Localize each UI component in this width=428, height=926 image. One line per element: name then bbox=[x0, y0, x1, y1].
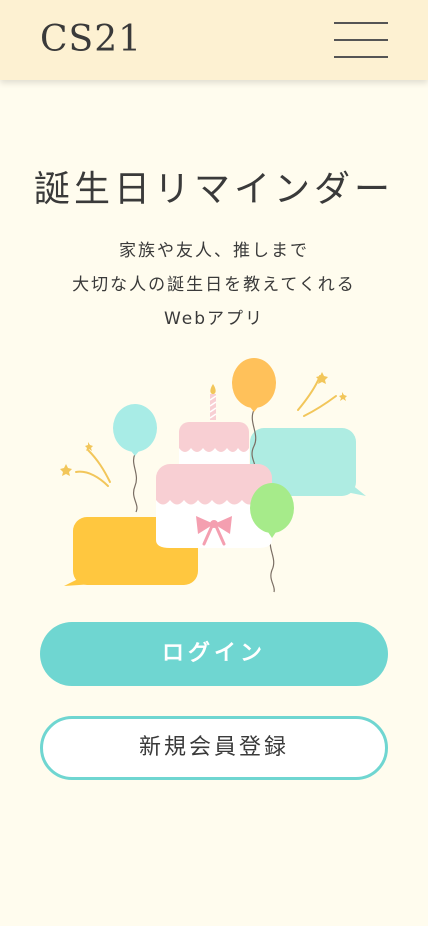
subtitle-line-2: 大切な人の誕生日を教えてくれる bbox=[72, 275, 356, 295]
sparkle-left bbox=[60, 442, 111, 487]
balloon-orange bbox=[232, 358, 276, 412]
app-header: CS21 bbox=[0, 0, 428, 80]
page-title: 誕生日リマインダー bbox=[33, 169, 394, 210]
login-button[interactable]: ログイン bbox=[40, 622, 388, 686]
hamburger-menu-icon[interactable] bbox=[330, 18, 392, 62]
app-logo[interactable]: CS21 bbox=[40, 18, 142, 62]
register-button[interactable]: 新規会員登録 bbox=[40, 716, 388, 780]
menu-line bbox=[334, 39, 388, 41]
sparkle-right bbox=[297, 372, 347, 417]
birthday-cake-balloons-illustration bbox=[60, 358, 366, 593]
menu-line bbox=[334, 22, 388, 24]
page-subtitle: 家族や友人、推しまで 大切な人の誕生日を教えてくれる Webアプリ bbox=[0, 234, 428, 336]
subtitle-line-1: 家族や友人、推しまで bbox=[119, 241, 309, 261]
balloon-mint bbox=[113, 404, 157, 456]
menu-line bbox=[334, 56, 388, 58]
subtitle-line-3: Webアプリ bbox=[163, 309, 265, 329]
